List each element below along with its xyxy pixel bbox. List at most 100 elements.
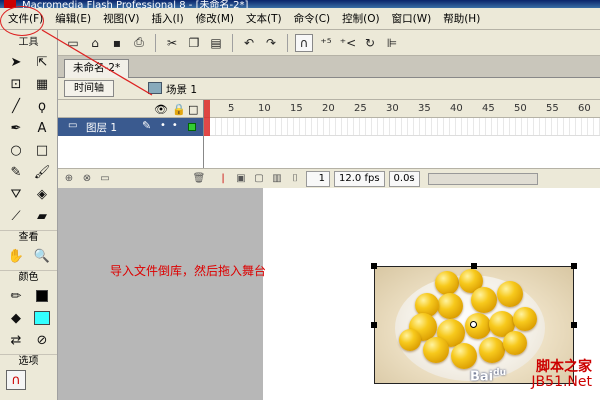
- eye-icon[interactable]: 👁: [154, 103, 168, 116]
- menu-commands[interactable]: 命令(C): [288, 9, 337, 29]
- menu-modify[interactable]: 修改(M): [190, 9, 240, 29]
- fruit: [423, 337, 449, 363]
- lock-icon[interactable]: 🔒: [172, 103, 186, 116]
- onion-outline-icon[interactable]: ▢: [252, 172, 266, 186]
- add-guide-icon[interactable]: ⊗: [80, 172, 94, 186]
- ruler-tick: 50: [514, 103, 527, 114]
- cut-icon[interactable]: ✂: [163, 34, 181, 52]
- menu-edit[interactable]: 编辑(E): [49, 9, 97, 29]
- edit-multiple-frames-icon[interactable]: ▥: [270, 172, 284, 186]
- tools-panel: 工具 ➤ ⇱ ⊡ ▦ ╱ ϙ ✒ A ○ □ ✎ 🖌 ⛛ ◈ ⟋ ▰ 查看 ✋ …: [0, 30, 58, 400]
- eyedropper-tool-icon[interactable]: ⟋: [6, 206, 26, 226]
- layer-row[interactable]: ▭ 图层 1 ✎ ••: [58, 118, 203, 136]
- layer-type-icon: ▭: [68, 120, 78, 131]
- pen-tool-icon[interactable]: ✒: [6, 118, 26, 138]
- zoom-tool-icon[interactable]: 🔍: [32, 246, 52, 266]
- onion-skin-icon[interactable]: ▣: [234, 172, 248, 186]
- document-tab[interactable]: 未命名-2*: [64, 59, 130, 78]
- outline-icon[interactable]: □: [188, 103, 198, 116]
- straighten-icon[interactable]: ⁺<: [339, 34, 357, 52]
- transform-handle[interactable]: [471, 263, 477, 269]
- current-frame-field[interactable]: 1: [306, 170, 330, 187]
- layer-frames-row[interactable]: [204, 118, 600, 136]
- center-frame-icon[interactable]: |: [216, 172, 230, 186]
- smooth-icon[interactable]: ⁺⁵: [317, 34, 335, 52]
- snap-option-icon[interactable]: ∩: [6, 370, 26, 390]
- fruit: [497, 281, 523, 307]
- watermark-line1: 脚本之家: [536, 359, 592, 375]
- menu-window[interactable]: 窗口(W): [386, 9, 438, 29]
- transform-handle[interactable]: [571, 322, 577, 328]
- new-doc-icon[interactable]: ▭: [64, 34, 82, 52]
- frame-ruler[interactable]: 5 10 15 20 25 30 35 40 45 50 55 60: [204, 100, 600, 118]
- window-title: Macromedia Flash Professional 8 - [未命名-2…: [22, 0, 249, 8]
- paint-bucket-tool-icon[interactable]: ◈: [32, 184, 52, 204]
- playhead[interactable]: [204, 100, 210, 136]
- lasso-tool-icon[interactable]: ϙ: [32, 96, 52, 116]
- undo-icon[interactable]: ↶: [240, 34, 258, 52]
- scene-label[interactable]: 场景 1: [166, 82, 197, 97]
- open-icon[interactable]: ⌂: [86, 34, 104, 52]
- onion-markers-icon[interactable]: ⌷: [288, 172, 302, 186]
- timeline-hscroll[interactable]: [427, 172, 538, 185]
- timeline-toggle-button[interactable]: 时间轴: [64, 80, 114, 97]
- fruit: [471, 287, 497, 313]
- menu-view[interactable]: 视图(V): [97, 9, 145, 29]
- transform-center-point[interactable]: [470, 321, 477, 328]
- transform-handle[interactable]: [571, 263, 577, 269]
- redo-icon[interactable]: ↷: [262, 34, 280, 52]
- snap-magnet-icon[interactable]: ∩: [295, 33, 313, 52]
- fruit: [399, 329, 421, 351]
- text-tool-icon[interactable]: A: [32, 118, 52, 138]
- add-layer-icon[interactable]: ⊕: [62, 172, 76, 186]
- align-icon[interactable]: ⊫: [383, 34, 401, 52]
- view-section-label: 查看: [0, 230, 57, 244]
- swap-colors-icon[interactable]: ⇄: [6, 330, 26, 350]
- tools-title: 工具: [18, 37, 39, 48]
- paste-icon[interactable]: ▤: [207, 34, 225, 52]
- fill-color-swatch[interactable]: [32, 308, 52, 328]
- hand-tool-icon[interactable]: ✋: [6, 246, 26, 266]
- layer-visibility-dots[interactable]: ••: [160, 120, 184, 131]
- delete-layer-icon[interactable]: 🗑: [192, 172, 206, 186]
- brush-tool-icon[interactable]: 🖌: [32, 162, 52, 182]
- rectangle-tool-icon[interactable]: □: [32, 140, 52, 160]
- scene-icon: [148, 82, 162, 94]
- save-icon[interactable]: ▪: [108, 34, 126, 52]
- rotate-icon[interactable]: ↻: [361, 34, 379, 52]
- selection-tool-icon[interactable]: ➤: [6, 52, 26, 72]
- copy-icon[interactable]: ❐: [185, 34, 203, 52]
- line-tool-icon[interactable]: ╱: [6, 96, 26, 116]
- timeline-header: 时间轴 场景 1: [58, 78, 600, 100]
- stroke-swatch[interactable]: [36, 290, 48, 302]
- stroke-color-swatch[interactable]: [32, 286, 52, 306]
- menu-insert[interactable]: 插入(I): [145, 9, 189, 29]
- transform-handle[interactable]: [371, 263, 377, 269]
- menu-help[interactable]: 帮助(H): [437, 9, 486, 29]
- menu-control[interactable]: 控制(O): [336, 9, 385, 29]
- print-icon[interactable]: ⎙: [130, 34, 148, 52]
- ruler-tick: 30: [386, 103, 399, 114]
- eraser-tool-icon[interactable]: ▰: [32, 206, 52, 226]
- ruler-tick: 25: [354, 103, 367, 114]
- pasteboard: [58, 188, 263, 400]
- no-color-icon[interactable]: ⊘: [32, 330, 52, 350]
- subselection-tool-icon[interactable]: ⇱: [32, 52, 52, 72]
- add-folder-icon[interactable]: ▭: [98, 172, 112, 186]
- layer-outline-color-icon[interactable]: [188, 123, 196, 131]
- toolbar-divider: [232, 33, 233, 52]
- pencil-tool-icon[interactable]: ✎: [6, 162, 26, 182]
- fill-swatch[interactable]: [34, 311, 50, 325]
- frame-rate-field[interactable]: 12.0 fps: [334, 170, 385, 187]
- fill-transform-tool-icon[interactable]: ▦: [32, 74, 52, 94]
- baidu-caption-text: Bai: [470, 369, 494, 385]
- oval-tool-icon[interactable]: ○: [6, 140, 26, 160]
- transform-handle[interactable]: [371, 322, 377, 328]
- menu-text[interactable]: 文本(T): [240, 9, 288, 29]
- ruler-tick: 55: [546, 103, 559, 114]
- ink-bottle-tool-icon[interactable]: ⛛: [6, 184, 26, 204]
- free-transform-tool-icon[interactable]: ⊡: [6, 74, 26, 94]
- elapsed-time-field: 0.0s: [388, 170, 420, 187]
- fruit: [479, 337, 505, 363]
- title-bar: Macromedia Flash Professional 8 - [未命名-2…: [0, 0, 600, 8]
